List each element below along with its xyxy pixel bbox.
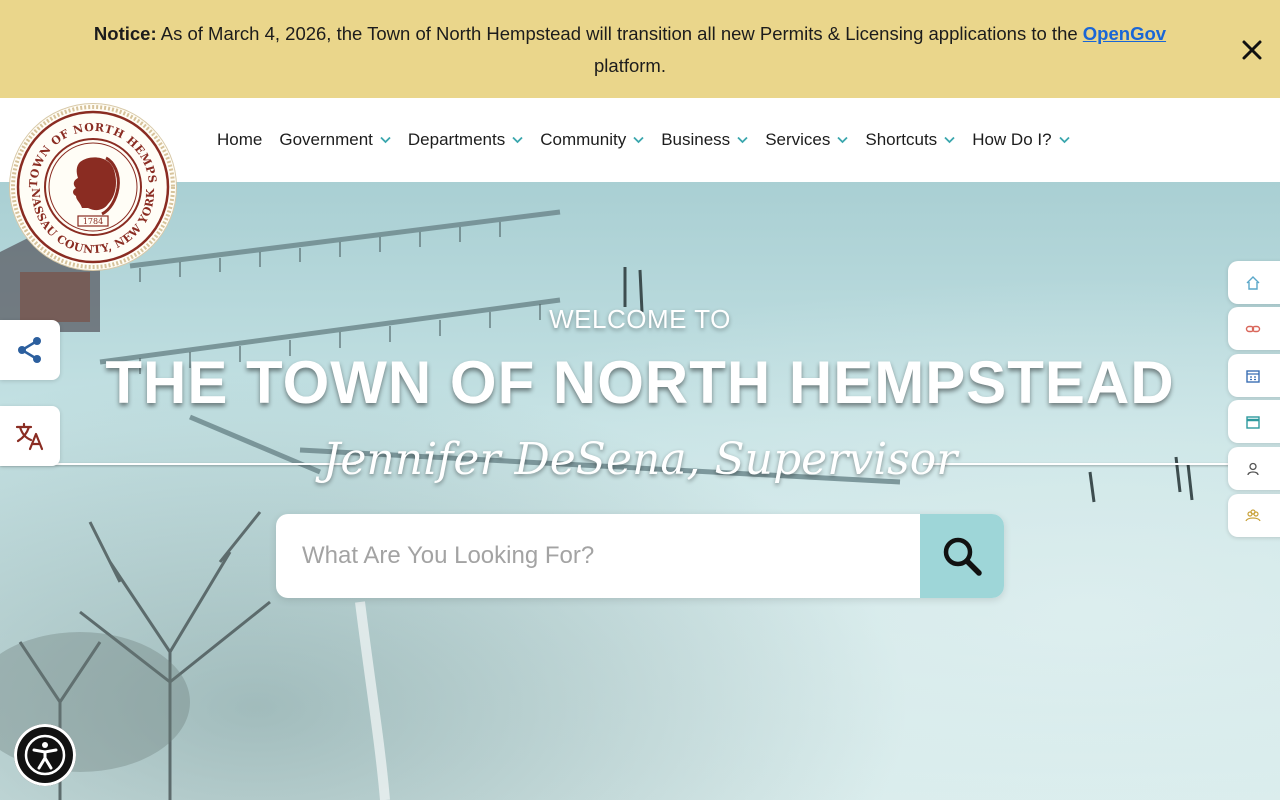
site-header: Home Government Departments Community Bu… xyxy=(0,98,1280,182)
home-icon xyxy=(1246,275,1260,290)
nav-departments[interactable]: Departments xyxy=(408,130,523,150)
rail-person-button[interactable] xyxy=(1228,447,1280,490)
community-icon xyxy=(1245,508,1261,521)
nav-services[interactable]: Services xyxy=(765,130,849,150)
close-icon[interactable] xyxy=(1238,36,1266,64)
welcome-text: WELCOME TO xyxy=(549,304,731,334)
notice-label: Notice: xyxy=(93,23,157,44)
chevron-down-icon xyxy=(837,136,849,144)
nav-community[interactable]: Community xyxy=(540,130,644,150)
calendar-grid-icon xyxy=(1246,369,1260,383)
nav-community-label: Community xyxy=(540,130,627,149)
seal-graphic: THE TOWN OF NORTH HEMPSTEAD NASSAU COUNT… xyxy=(4,94,175,269)
nav-business-label: Business xyxy=(661,130,731,149)
accessibility-icon xyxy=(24,734,66,776)
town-seal-logo[interactable]: THE TOWN OF NORTH HEMPSTEAD NASSAU COUNT… xyxy=(4,94,176,270)
link-icon xyxy=(1245,325,1261,332)
notice-text: As of March 4, 2026, the Town of North H… xyxy=(160,23,1078,44)
nav-home-label: Home xyxy=(217,130,263,149)
nav-how-do-i[interactable]: How Do I? xyxy=(972,130,1070,150)
hero-section: WELCOME TO THE TOWN OF NORTH HEMPSTEAD J… xyxy=(0,182,1280,800)
chevron-down-icon xyxy=(1058,136,1070,144)
rail-agenda-button[interactable] xyxy=(1228,354,1280,397)
notice-text-end: platform. xyxy=(594,55,666,76)
rail-link-button[interactable] xyxy=(1228,307,1280,350)
rail-calendar-button[interactable] xyxy=(1228,400,1280,443)
calendar-icon xyxy=(1246,415,1260,429)
search-input[interactable] xyxy=(276,514,920,598)
accessibility-button[interactable] xyxy=(14,724,76,786)
seal-year: 1784 xyxy=(83,217,103,226)
nav-government-label: Government xyxy=(279,130,373,149)
search-button[interactable] xyxy=(920,514,1004,598)
translate-icon xyxy=(15,422,44,451)
rail-community-button[interactable] xyxy=(1228,494,1280,537)
nav-shortcuts[interactable]: Shortcuts xyxy=(865,130,955,150)
nav-services-label: Services xyxy=(765,130,831,149)
translate-button[interactable] xyxy=(0,406,60,466)
nav-departments-label: Departments xyxy=(407,130,506,149)
chevron-down-icon xyxy=(380,136,391,144)
supervisor-name: Jennifer DeSena, Supervisor xyxy=(322,434,958,485)
town-title: THE TOWN OF NORTH HEMPSTEAD xyxy=(105,349,1175,416)
nav-shortcuts-label: Shortcuts xyxy=(865,130,938,149)
nav-home[interactable]: Home xyxy=(217,130,262,150)
chevron-down-icon xyxy=(737,136,748,144)
search-icon xyxy=(943,537,982,576)
share-button[interactable] xyxy=(0,320,60,380)
main-nav: Home Government Departments Community Bu… xyxy=(217,98,1087,182)
opengov-link[interactable]: OpenGov xyxy=(1083,23,1166,44)
chevron-down-icon xyxy=(512,136,523,144)
share-icon xyxy=(18,337,41,363)
notice-bar: Notice: As of March 4, 2026, the Town of… xyxy=(0,0,1280,98)
rail-home-button[interactable] xyxy=(1228,261,1280,304)
nav-government[interactable]: Government xyxy=(279,130,391,150)
person-icon xyxy=(1247,462,1259,475)
chevron-down-icon xyxy=(944,136,955,144)
site-search xyxy=(276,514,1004,598)
nav-how-do-i-label: How Do I? xyxy=(972,130,1052,149)
hero-background-image xyxy=(0,209,1194,800)
nav-business[interactable]: Business xyxy=(661,130,748,150)
chevron-down-icon xyxy=(633,136,644,144)
